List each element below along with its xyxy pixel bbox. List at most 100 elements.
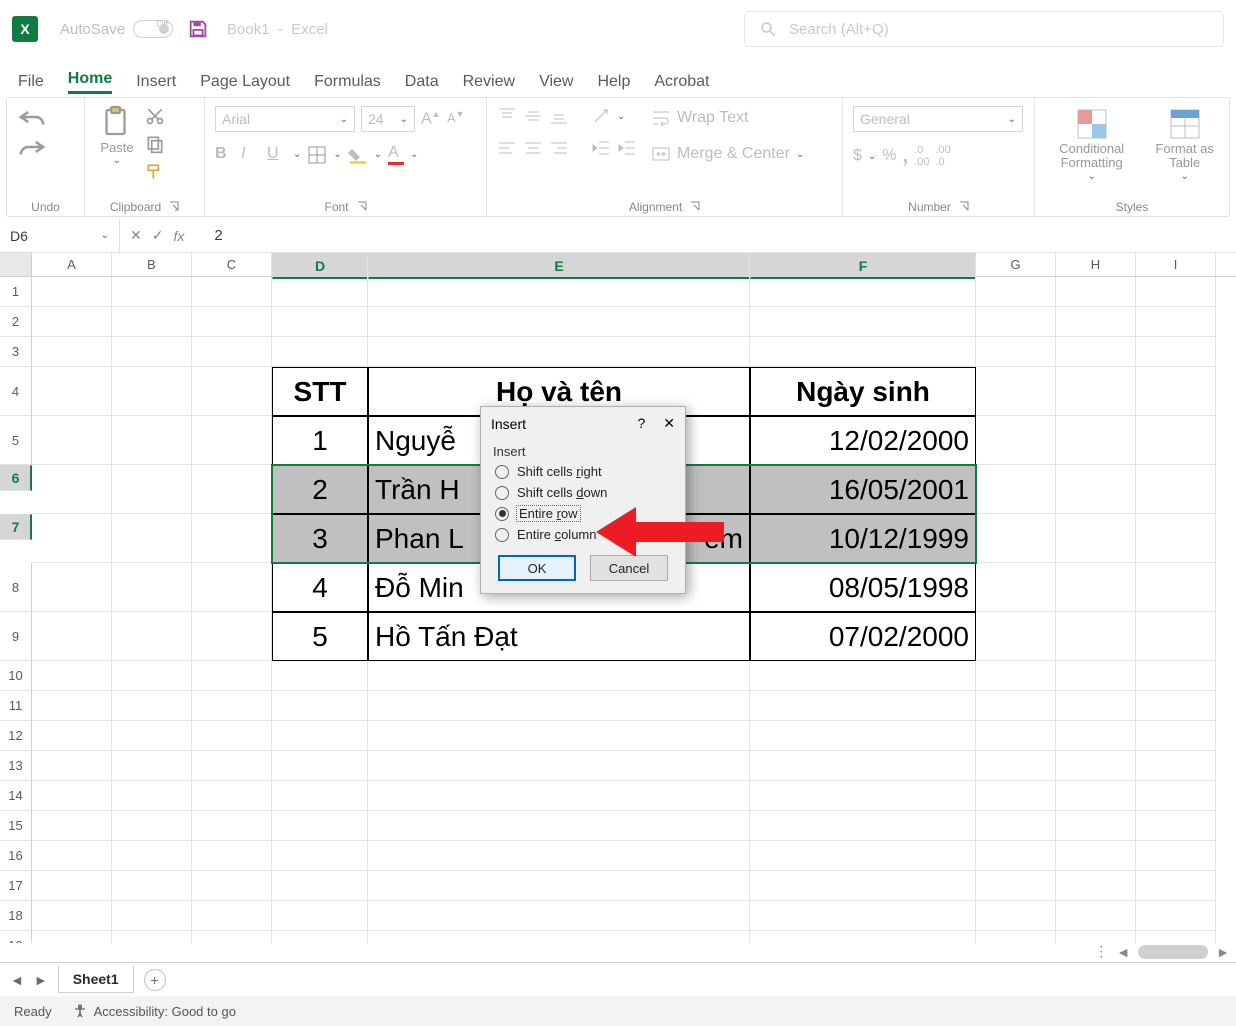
cell-F8[interactable]: 08/05/1998 [750,563,976,612]
align-middle-icon[interactable] [523,106,543,126]
cancel-button[interactable]: Cancel [590,555,668,581]
autosave-toggle[interactable]: AutoSave Off [60,20,173,38]
col-B[interactable]: B [112,253,192,276]
tab-data[interactable]: Data [405,73,439,94]
currency-icon[interactable]: $ [853,147,862,165]
font-size-select[interactable]: 24⌄ [361,106,415,132]
italic-icon[interactable]: I [241,145,261,165]
alignment-launcher[interactable] [690,200,700,214]
cell-F4[interactable]: Ngày sinh [750,367,976,416]
display-settings-icon[interactable]: ⋮ [1094,943,1108,960]
align-right-icon[interactable] [549,138,569,158]
orientation-icon[interactable] [591,106,611,126]
number-launcher[interactable] [959,200,969,214]
decrease-indent-icon[interactable] [591,138,611,158]
cell-F9[interactable]: 07/02/2000 [750,612,976,661]
radio-entire-column[interactable]: Entire column [481,524,685,545]
decrease-decimal-icon[interactable]: .00.0 [935,144,950,168]
cell-D4[interactable]: STT [272,367,368,416]
row-17[interactable]: 17 [0,871,32,901]
increase-font-icon[interactable]: A▲ [421,109,441,129]
font-color-icon[interactable]: A [388,144,404,165]
borders-icon[interactable] [307,145,327,165]
format-table-button[interactable]: Format as Table ⌄ [1150,104,1219,184]
redo-icon[interactable] [17,138,47,156]
col-A[interactable]: A [32,253,112,276]
horizontal-scrollbar[interactable] [1138,945,1208,959]
sheet-tab-1[interactable]: Sheet1 [58,966,134,993]
undo-icon[interactable] [17,108,47,126]
radio-entire-row[interactable]: Entire row [481,503,685,524]
select-all-corner[interactable] [0,253,32,276]
row-18[interactable]: 18 [0,901,32,931]
save-icon[interactable] [187,18,209,40]
row-4[interactable]: 4 [0,367,32,416]
next-sheet-icon[interactable]: ► [34,972,48,988]
tab-view[interactable]: View [539,73,573,94]
col-E[interactable]: E [368,253,750,279]
percent-icon[interactable]: % [882,147,896,165]
close-icon[interactable]: ✕ [663,415,675,432]
number-format-select[interactable]: General⌄ [853,106,1023,132]
spreadsheet-grid[interactable]: A B C D E F G H I 1 2 3 4STTHọ và tênNgà… [0,253,1236,943]
row-13[interactable]: 13 [0,751,32,781]
row-12[interactable]: 12 [0,721,32,751]
ok-button[interactable]: OK [498,555,576,581]
comma-icon[interactable]: , [903,145,909,168]
col-G[interactable]: G [976,253,1056,276]
decrease-font-icon[interactable]: A▼ [447,109,467,129]
underline-icon[interactable]: U [267,145,287,165]
merge-center-button[interactable]: Merge & Center ⌄ [651,144,804,164]
copy-icon[interactable] [145,134,165,154]
row-15[interactable]: 15 [0,811,32,841]
radio-shift-right[interactable]: Shift cells right [481,461,685,482]
row-6[interactable]: 6 [0,465,32,491]
tab-home[interactable]: Home [68,70,112,94]
cell-F6[interactable]: 16/05/2001 [750,465,976,514]
cell-D6[interactable]: 2 [272,465,368,514]
prev-sheet-icon[interactable]: ◄ [10,972,24,988]
tab-formulas[interactable]: Formulas [314,73,381,94]
new-sheet-button[interactable]: + [144,969,166,991]
tab-insert[interactable]: Insert [136,73,176,94]
row-11[interactable]: 11 [0,691,32,721]
paste-button[interactable]: Paste⌄ [95,102,139,168]
increase-indent-icon[interactable] [617,138,637,158]
accessibility-status[interactable]: Accessibility: Good to go [94,1004,236,1019]
col-I[interactable]: I [1136,253,1216,276]
cell-E9[interactable]: Hồ Tấn Đạt [368,612,750,661]
toggle-icon[interactable]: Off [133,20,173,38]
col-F[interactable]: F [750,253,976,279]
row-16[interactable]: 16 [0,841,32,871]
tab-review[interactable]: Review [463,73,515,94]
col-C[interactable]: C [192,253,272,276]
cell-D9[interactable]: 5 [272,612,368,661]
search-input[interactable]: Search (Alt+Q) [744,11,1224,47]
cell-F7[interactable]: 10/12/1999 [750,514,976,563]
row-3[interactable]: 3 [0,337,32,367]
name-box[interactable]: D6⌄ [0,219,120,252]
row-8[interactable]: 8 [0,563,32,612]
row-9[interactable]: 9 [0,612,32,661]
tab-acrobat[interactable]: Acrobat [654,73,709,94]
tab-help[interactable]: Help [597,73,630,94]
tab-page-layout[interactable]: Page Layout [200,73,290,94]
help-icon[interactable]: ? [637,415,645,432]
col-H[interactable]: H [1056,253,1136,276]
cell-F5[interactable]: 12/02/2000 [750,416,976,465]
scroll-right-icon[interactable]: ► [1216,944,1230,960]
align-center-icon[interactable] [523,138,543,158]
format-painter-icon[interactable] [145,162,165,182]
align-bottom-icon[interactable] [549,106,569,126]
clipboard-launcher[interactable] [169,200,179,214]
radio-shift-down[interactable]: Shift cells down [481,482,685,503]
cell-D7[interactable]: 3 [272,514,368,563]
font-name-select[interactable]: Arial⌄ [215,106,355,132]
row-1[interactable]: 1 [0,277,32,307]
formula-input[interactable]: 2 [194,227,222,244]
row-7[interactable]: 7 [0,514,32,540]
increase-decimal-icon[interactable]: .0.00 [914,144,929,168]
enter-formula-icon[interactable]: ✓ [152,227,164,244]
row-14[interactable]: 14 [0,781,32,811]
cell-D5[interactable]: 1 [272,416,368,465]
